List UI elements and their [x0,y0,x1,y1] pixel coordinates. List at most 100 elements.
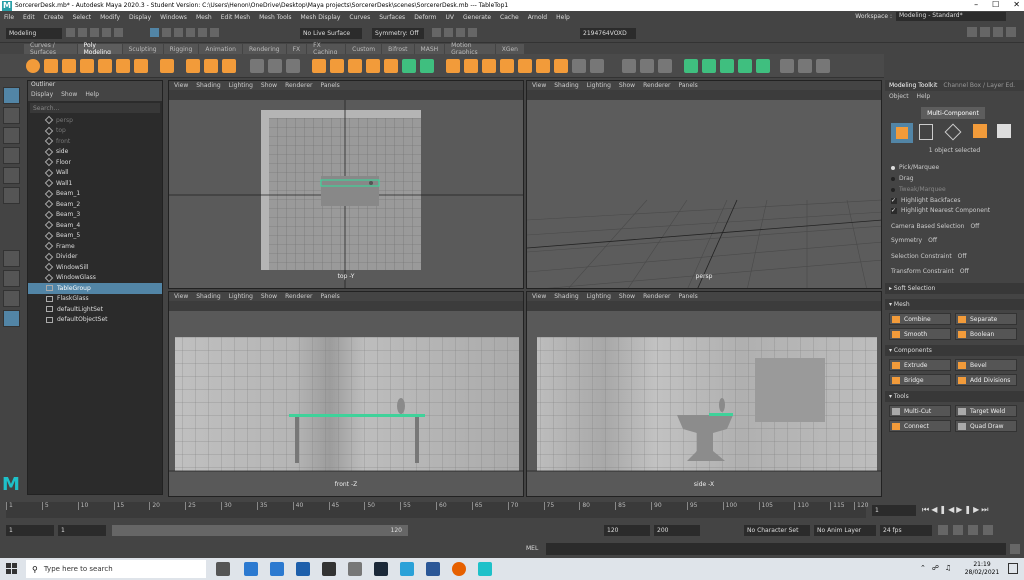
mesh-section[interactable]: ▾ Mesh [885,299,1024,310]
tab-mash[interactable]: MASH [414,44,445,54]
toolkit-menu-help[interactable]: Help [917,93,931,100]
outliner-item[interactable]: Beam_4 [28,220,162,231]
outliner-item[interactable]: persp [28,115,162,126]
menu-modify[interactable]: Modify [100,14,120,21]
maya-taskbar-icon[interactable] [478,562,492,576]
paint-select-tool-icon[interactable] [3,127,20,144]
menu-cache[interactable]: Cache [500,14,519,21]
menu-surfaces[interactable]: Surfaces [379,14,405,21]
highlight-backfaces-checkbox[interactable]: ✓ Highlight Backfaces [891,197,960,204]
outliner-item[interactable]: Floor [28,157,162,168]
snap-grid-icon[interactable] [186,28,195,37]
tab-fx[interactable]: FX [286,44,307,54]
extrude-icon[interactable] [402,59,416,73]
chevron-up-icon[interactable]: ⌃ [920,564,926,572]
view-menu[interactable]: View [532,82,546,89]
target-weld-icon[interactable] [622,59,636,73]
show-menu[interactable]: Show [261,82,277,89]
move-tool-icon[interactable] [3,147,20,164]
hypershade-icon[interactable] [468,28,477,37]
renderer-menu[interactable]: Renderer [643,82,670,89]
volume-icon[interactable]: ♫ [945,564,951,572]
outliner-item[interactable]: Beam_1 [28,189,162,200]
outliner-item[interactable]: Wall1 [28,178,162,189]
outliner-item[interactable]: WindowSill [28,262,162,273]
combine-button[interactable]: Combine [889,313,951,325]
close-icon[interactable]: ✕ [1013,0,1020,9]
menu-windows[interactable]: Windows [160,14,187,21]
firefox-icon[interactable] [452,562,466,576]
separate-button[interactable]: Separate [955,313,1017,325]
attribute-editor-icon[interactable] [980,27,990,37]
panels-menu[interactable]: Panels [678,82,697,89]
taskbar-search-input[interactable]: ⚲ Type here to search [26,560,206,578]
insert-edge-loop-icon[interactable] [500,59,514,73]
store-icon[interactable] [270,562,284,576]
drag-option[interactable]: Drag [891,175,914,182]
pick-marquee-option[interactable]: Pick/Marquee [891,164,939,171]
view-menu[interactable]: View [174,293,188,300]
lighting-menu[interactable]: Lighting [229,82,253,89]
viewport-side[interactable]: View Shading Lighting Show Renderer Pane… [526,291,882,497]
current-frame-field[interactable]: 1 [872,505,916,516]
maximize-icon[interactable]: ☐ [992,0,999,9]
menu-help[interactable]: Help [556,14,570,21]
extrude-button[interactable]: Extrude [889,359,951,371]
lighting-menu[interactable]: Lighting [587,293,611,300]
tab-motion-graphics[interactable]: Motion Graphics [445,42,495,56]
shading-menu[interactable]: Shading [554,293,578,300]
show-menu[interactable]: Show [619,82,635,89]
menu-deform[interactable]: Deform [414,14,436,21]
four-view-layout-icon[interactable] [3,270,20,287]
symmetry-row[interactable]: Symmetry Off [891,237,937,244]
cylindrical-map-icon[interactable] [720,59,734,73]
combine-icon[interactable] [312,59,326,73]
add-divisions-button[interactable]: Add Divisions [955,374,1017,386]
menuset-dropdown[interactable]: Modeling [6,28,62,39]
quad-draw-icon[interactable] [658,59,672,73]
svg-tool-icon[interactable] [222,59,236,73]
shading-menu[interactable]: Shading [196,293,220,300]
outliner-menu-display[interactable]: Display [31,91,53,101]
poly-cube-icon[interactable] [44,59,58,73]
quad-draw-button[interactable]: Quad Draw [955,420,1017,432]
scale-tool-icon[interactable] [3,187,20,204]
menu-uv[interactable]: UV [446,14,455,21]
fill-hole-icon[interactable] [464,59,478,73]
menu-create[interactable]: Create [44,14,64,21]
type-tool-icon[interactable] [204,59,218,73]
planar-map-icon[interactable] [702,59,716,73]
menu-edit[interactable]: Edit [23,14,35,21]
auto-key-icon[interactable] [953,525,963,535]
tool-settings-icon[interactable] [993,27,1003,37]
tab-bifrost[interactable]: Bifrost [382,44,414,54]
character-set-dropdown[interactable]: No Character Set [744,525,810,536]
outliner-item[interactable]: side [28,147,162,158]
tab-curves-surfaces[interactable]: Curves / Surfaces [24,42,77,56]
select-tool-icon[interactable] [3,87,20,104]
undo-icon[interactable] [102,28,111,37]
task-view-icon[interactable] [216,562,230,576]
viewport-front[interactable]: View Shading Lighting Show Renderer Pane… [168,291,524,497]
boolean-icon[interactable] [384,59,398,73]
calculator-icon[interactable] [322,562,336,576]
fps-dropdown[interactable]: 24 fps [880,525,932,536]
edge-mode-icon[interactable] [944,123,962,141]
mail-icon[interactable] [296,562,310,576]
super-shape-icon[interactable] [160,59,174,73]
range-end-field[interactable]: 120 [604,525,650,536]
poke-icon[interactable] [554,59,568,73]
network-icon[interactable]: ☍ [932,564,939,572]
poly-plane-icon[interactable] [116,59,130,73]
uv-layout-icon[interactable] [798,59,812,73]
multi-cut-button[interactable]: Multi-Cut [889,405,951,417]
script-editor-icon[interactable] [1010,544,1020,554]
vertex-mode-icon[interactable] [919,124,933,140]
tab-xgen[interactable]: XGen [495,44,524,54]
viewport-persp[interactable]: View Shading Lighting Show Renderer Pane… [526,80,882,289]
outliner-menu-help[interactable]: Help [85,91,99,101]
outliner-layout-icon[interactable] [3,310,20,327]
smooth-button[interactable]: Smooth [889,328,951,340]
show-menu[interactable]: Show [619,293,635,300]
outliner-item[interactable]: Wall [28,168,162,179]
